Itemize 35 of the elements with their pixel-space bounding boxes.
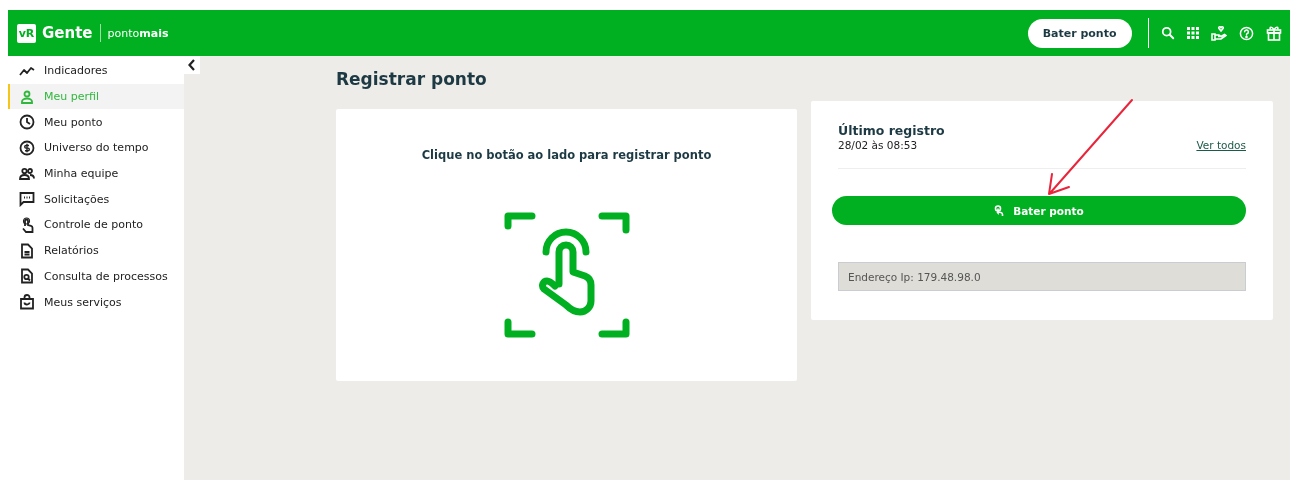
last-record-title: Último registro (838, 123, 945, 138)
chevron-left-icon (188, 59, 196, 71)
sidebar-item[interactable]: Relatórios (8, 237, 184, 264)
chat-icon (19, 191, 35, 208)
punch-button[interactable]: Bater ponto (1027, 18, 1132, 48)
last-record-datetime: 28/02 às 08:53 (838, 139, 919, 151)
sidebar-item[interactable]: Solicitações (8, 186, 184, 213)
bag-icon (19, 294, 35, 311)
person-icon (19, 88, 35, 105)
page-title: Registrar ponto (336, 69, 488, 89)
hand-touch-icon (994, 204, 1005, 217)
logo-badge: vR (17, 23, 36, 43)
sidebar-item[interactable]: Consulta de processos (8, 263, 184, 290)
sidebar-item[interactable]: Minha equipe (8, 160, 184, 187)
gift-icon[interactable] (1266, 25, 1282, 41)
logo-product: pontomais (107, 26, 169, 40)
sidebar-item[interactable]: Controle de ponto (8, 212, 184, 238)
logo-name: Gente (42, 24, 93, 42)
people-icon (19, 165, 35, 182)
instruction-text: Clique no botão ao lado para registrar ponto (421, 148, 712, 162)
search-icon[interactable] (1161, 26, 1175, 40)
clock-icon (19, 114, 35, 131)
sidebar-item[interactable]: Indicadores (8, 58, 184, 84)
collapse-button[interactable] (184, 56, 200, 74)
ip-address-field: Endereço Ip: 179.48.98.0 (838, 262, 1246, 291)
help-icon[interactable] (1239, 25, 1254, 41)
document-icon (19, 242, 35, 259)
sidebar-item[interactable]: Meus serviços (8, 289, 184, 315)
document-search-icon (19, 268, 35, 285)
sidebar-item[interactable]: Meu ponto (8, 109, 184, 136)
apps-grid-icon[interactable] (1187, 27, 1199, 39)
dollar-circle-icon (19, 139, 35, 156)
sidebar-item[interactable]: Universo do tempo (8, 135, 184, 161)
see-all-link[interactable]: Ver todos (1196, 139, 1246, 151)
hand-heart-icon[interactable] (1211, 25, 1227, 41)
